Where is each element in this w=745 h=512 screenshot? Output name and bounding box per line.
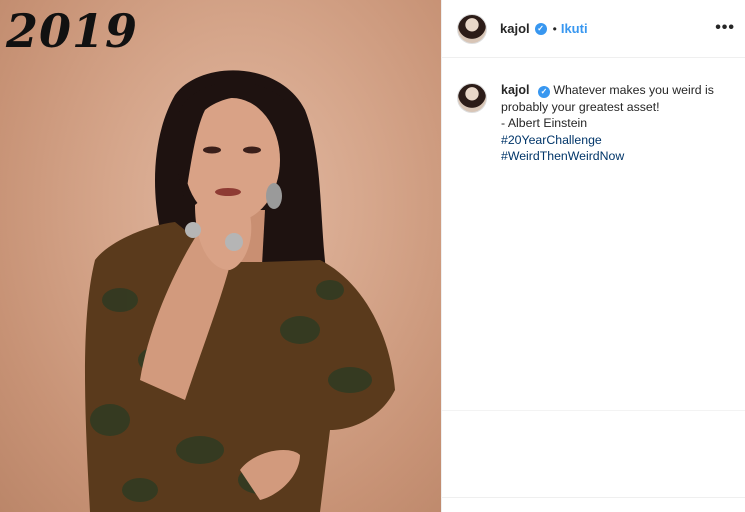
hashtag-link[interactable]: #WeirdThenWeirdNow — [501, 148, 723, 165]
post-header: kajol ✓ • Ikuti ••• — [442, 0, 745, 58]
divider — [442, 410, 745, 411]
separator-dot: • — [552, 21, 557, 36]
header-username[interactable]: kajol — [500, 21, 530, 36]
ellipsis-icon[interactable]: ••• — [715, 19, 735, 37]
verified-badge-icon: ✓ — [534, 22, 547, 35]
divider — [442, 497, 745, 498]
caption-text: kajol ✓ Whatever makes you weird is prob… — [501, 82, 723, 165]
portrait-illustration — [85, 70, 395, 512]
follow-button[interactable]: Ikuti — [561, 21, 588, 36]
caption-line-1: Whatever makes you weird is probably you… — [501, 83, 714, 114]
caption-avatar[interactable] — [457, 83, 487, 113]
caption-line-2: - Albert Einstein — [501, 116, 588, 130]
caption-comment: kajol ✓ Whatever makes you weird is prob… — [442, 58, 745, 165]
post-photo[interactable]: 2019 — [0, 0, 441, 512]
hashtag-link[interactable]: #20YearChallenge — [501, 132, 723, 149]
post-side-panel: kajol ✓ • Ikuti ••• kajol ✓ Whatever mak… — [441, 0, 745, 512]
year-overlay-text: 2019 — [6, 4, 139, 58]
verified-badge-icon: ✓ — [537, 86, 550, 99]
caption-username[interactable]: kajol — [501, 83, 530, 97]
avatar[interactable] — [457, 13, 487, 44]
